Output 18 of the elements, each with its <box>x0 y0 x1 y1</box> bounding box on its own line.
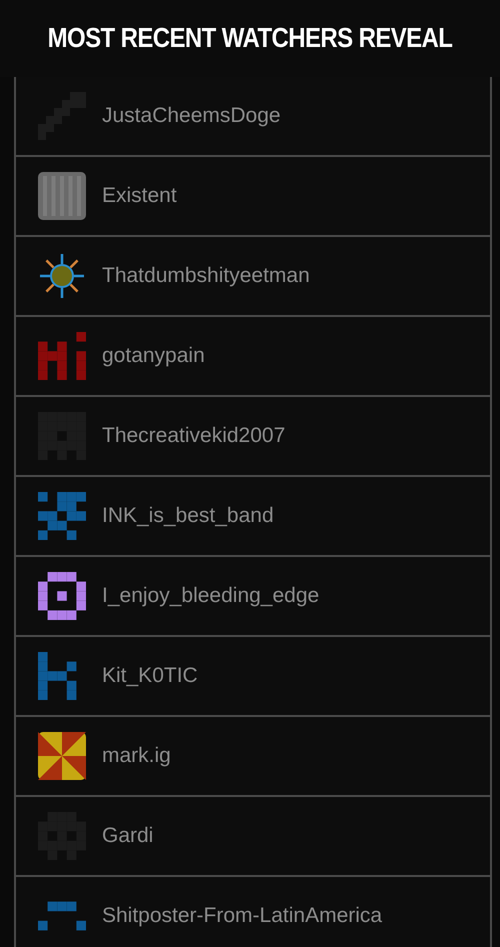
username: Kit_K0TIC <box>102 664 198 688</box>
username: Thecreativekid2007 <box>102 424 286 448</box>
avatar-icon <box>38 332 86 380</box>
avatar-icon <box>38 492 86 540</box>
username: INK_is_best_band <box>102 504 274 528</box>
avatar-icon <box>38 252 86 300</box>
username: Existent <box>102 184 177 208</box>
username: JustaCheemsDoge <box>102 104 281 128</box>
avatar-icon <box>38 572 86 620</box>
username: Shitposter-From-LatinAmerica <box>102 904 382 928</box>
username: Gardi <box>102 824 154 848</box>
username: gotanypain <box>102 344 205 368</box>
avatar-icon <box>38 732 86 780</box>
username: Thatdumbshityeetman <box>102 264 310 288</box>
username: I_enjoy_bleeding_edge <box>102 584 320 608</box>
username: mark.ig <box>102 744 171 768</box>
avatar-icon <box>38 172 86 220</box>
caption-text: MOST RECENT WATCHERS REVEAL <box>48 22 452 55</box>
